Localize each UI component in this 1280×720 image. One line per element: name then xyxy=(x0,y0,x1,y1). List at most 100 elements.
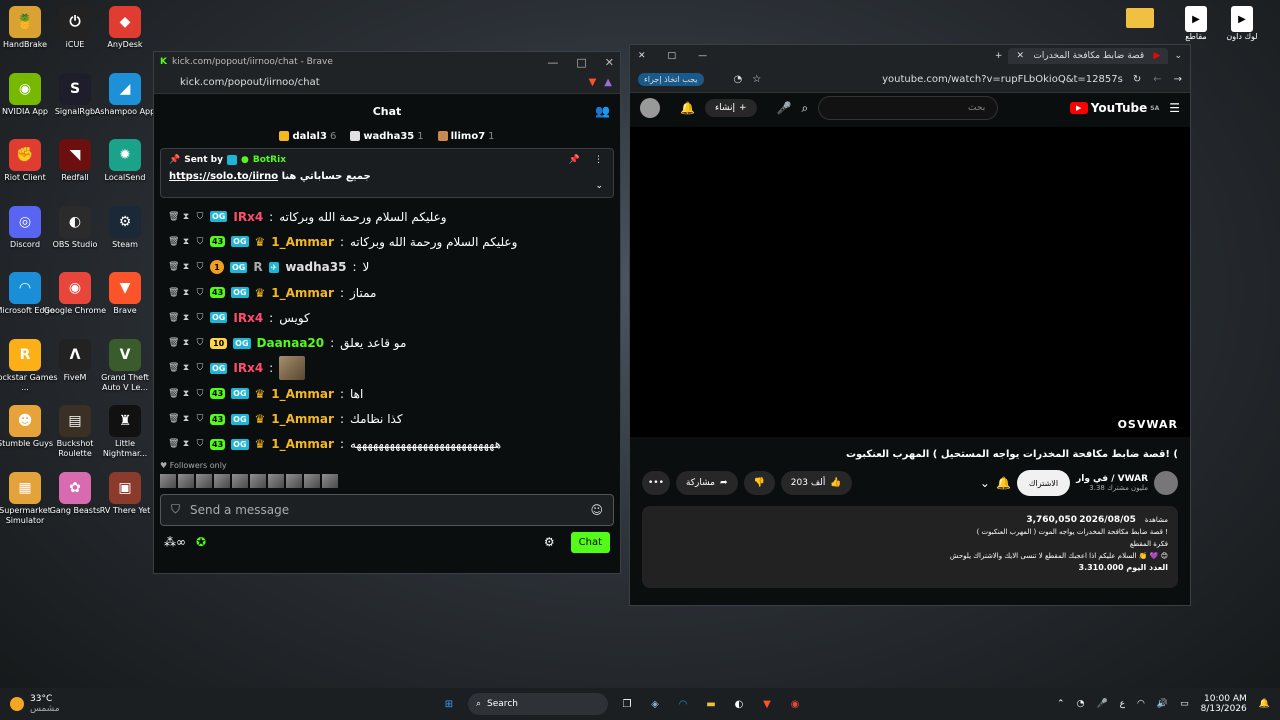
chat-message[interactable]: 🗑 ⧗ ⛉ 43 OG ♛ 1_Ammar: اها xyxy=(168,381,606,406)
weather-icon[interactable] xyxy=(10,697,24,711)
share-button[interactable]: مشاركة ➦ xyxy=(675,471,738,495)
chat-send-button[interactable]: Chat xyxy=(570,531,610,553)
emote[interactable] xyxy=(196,473,212,488)
tab-close-icon[interactable]: ✕ xyxy=(1016,51,1024,61)
delete-icon[interactable]: 🗑 xyxy=(168,439,179,449)
pinned-link[interactable]: https://solo.to/iirno xyxy=(169,171,278,182)
delete-icon[interactable]: 🗑 xyxy=(168,414,179,424)
chat-message[interactable]: 🗑 ⧗ ⛉ OG IRx4: xyxy=(168,356,606,381)
leader-1[interactable]: dalal3 6 xyxy=(279,130,336,142)
mic-icon[interactable]: 🎤 xyxy=(777,101,792,115)
shield-icon[interactable]: ⛉ xyxy=(196,414,204,424)
video-player[interactable]: OSVWAR xyxy=(630,127,1190,437)
chat-message[interactable]: 🗑 ⧗ ⛉ 43 OG ♛ 1_Ammar: وعليكم السلام ورحمة الله… xyxy=(168,229,606,254)
video-description[interactable]: 3,760,050 مشاهدة 2026/08/05 قصة ضابط مكا… xyxy=(642,506,1178,588)
timeout-icon[interactable]: ⧗ xyxy=(182,237,190,247)
forward-icon[interactable]: → xyxy=(1174,74,1182,85)
shield-icon[interactable]: ⛉ xyxy=(196,389,204,399)
emote[interactable] xyxy=(322,473,338,488)
tab-list-icon[interactable]: ⌄ xyxy=(1174,51,1182,61)
chevron-down-icon[interactable]: ⌄ xyxy=(980,476,990,490)
timeout-icon[interactable]: ⧗ xyxy=(182,389,190,399)
channel-name[interactable]: في وار / VWAR xyxy=(1076,474,1148,484)
desktop-video-file-1[interactable]: ▶ مقاطع xyxy=(1176,6,1216,41)
desktop-icon-anydesk[interactable]: ◆ AnyDesk xyxy=(92,6,158,50)
emoji-icon[interactable]: ☺ xyxy=(590,503,603,517)
desktop-icon-grand-theft-auto-v-le[interactable]: V Grand Theft Auto V Le... xyxy=(92,338,158,393)
desktop-file-folder[interactable] xyxy=(1124,8,1156,28)
start-icon[interactable]: ⊞ xyxy=(440,695,458,713)
delete-icon[interactable]: 🗑 xyxy=(168,338,179,348)
notifications-icon[interactable]: 🔔 xyxy=(680,101,695,115)
chat-username[interactable]: 1_Ammar xyxy=(271,412,334,426)
shield-icon[interactable]: ⛉ xyxy=(196,363,204,373)
chat-username[interactable]: 1_Ammar xyxy=(271,286,334,300)
desktop-icon-brave[interactable]: ▼ Brave xyxy=(92,272,158,316)
file-explorer-icon[interactable]: ▬ xyxy=(702,695,720,713)
kick-url-bar[interactable]: kick.com/popout/iirnoo/chat ▼ ▲ xyxy=(154,72,620,94)
emote[interactable] xyxy=(304,473,320,488)
delete-icon[interactable]: 🗑 xyxy=(168,363,179,373)
account-avatar[interactable] xyxy=(640,98,660,118)
delete-icon[interactable]: 🗑 xyxy=(168,237,179,247)
emote[interactable] xyxy=(178,473,194,488)
chat-message[interactable]: 🗑 ⧗ ⛉ 43 OG ♛ 1_Ammar: ممتاز xyxy=(168,280,606,305)
timeout-icon[interactable]: ⧗ xyxy=(182,313,190,323)
timeout-icon[interactable]: ⧗ xyxy=(182,338,190,348)
maximize-button[interactable]: □ xyxy=(576,56,586,69)
app-tray-icon[interactable]: ◔ xyxy=(1077,699,1085,709)
desktop-icon-ashampoo-app[interactable]: ◢ Ashampoo App xyxy=(92,72,158,117)
timeout-icon[interactable]: ⧗ xyxy=(182,212,190,222)
timeout-icon[interactable]: ⧗ xyxy=(182,439,190,449)
shield-icon[interactable]: ⛉ xyxy=(196,212,204,222)
search-icon[interactable]: ⌕ xyxy=(801,101,808,116)
new-tab-button[interactable]: + xyxy=(995,51,1003,61)
shield-icon[interactable]: ⛉ xyxy=(196,338,204,348)
settings-icon[interactable]: ⚙ xyxy=(544,535,555,549)
taskbar-search[interactable]: ⌕ Search xyxy=(468,693,608,715)
shield-icon[interactable]: ⛉ xyxy=(196,439,204,449)
weather-widget[interactable]: 33°C مشمس xyxy=(30,694,60,714)
minimize-button[interactable]: — xyxy=(547,56,558,69)
kick-k-icon[interactable]: ✪ xyxy=(196,535,206,549)
widgets-icon[interactable]: ◈ xyxy=(646,695,664,713)
task-view-icon[interactable]: ❐ xyxy=(618,695,636,713)
emote[interactable] xyxy=(250,473,266,488)
close-window-button[interactable]: ✕ xyxy=(638,51,646,61)
chat-username[interactable]: 1_Ammar xyxy=(271,437,334,451)
brave-icon[interactable]: ▼ xyxy=(758,695,776,713)
points-icon[interactable]: ⁂∞ xyxy=(164,535,186,549)
send-message-input[interactable]: Send a message xyxy=(190,503,289,517)
chevron-down-icon[interactable]: ⌄ xyxy=(595,181,603,191)
leader-3[interactable]: llimo7 1 xyxy=(437,130,495,142)
profile-icon[interactable]: ◔ xyxy=(734,74,743,85)
wifi-icon[interactable]: ◠ xyxy=(1137,699,1145,709)
chat-username[interactable]: IRx4 xyxy=(233,311,263,325)
language-indicator[interactable]: ع xyxy=(1120,699,1125,709)
battery-icon[interactable]: ▭ xyxy=(1180,699,1189,709)
users-icon[interactable]: 👥 xyxy=(595,104,610,118)
mic-icon[interactable]: 🎤 xyxy=(1096,699,1107,709)
youtube-url-bar[interactable]: يجب اتخاذ إجراء ◔ ☆ youtube.com/watch?v=… xyxy=(630,67,1190,93)
shield-icon[interactable]: ⛉ xyxy=(196,288,204,298)
youtube-logo[interactable]: ▶ YouTube SA xyxy=(1069,101,1159,115)
chat-message[interactable]: 🗑 ⧗ ⛉ 43 OG ♛ 1_Ammar: هههههههههههههههههههههههه… xyxy=(168,432,606,457)
chat-message[interactable]: 🗑 ⧗ ⛉ 43 OG ♛ 1_Ammar: كذا نظامك xyxy=(168,406,606,431)
chrome-icon[interactable]: ◉ xyxy=(786,695,804,713)
shield-icon[interactable]: ⛉ xyxy=(196,313,204,323)
dislike-button[interactable]: 👎 xyxy=(743,471,775,495)
chevron-up-icon[interactable]: ⌃ xyxy=(1057,699,1065,709)
pinned-bot-name[interactable]: BotRix xyxy=(253,155,286,165)
create-button[interactable]: إنشاء + xyxy=(704,99,757,117)
timeout-icon[interactable]: ⧗ xyxy=(182,262,190,272)
action-needed-button[interactable]: يجب اتخاذ إجراء xyxy=(638,73,704,86)
volume-icon[interactable]: 🔊 xyxy=(1157,699,1168,709)
back-icon[interactable]: ← xyxy=(1153,74,1161,85)
timeout-icon[interactable]: ⧗ xyxy=(182,414,190,424)
delete-icon[interactable]: 🗑 xyxy=(168,389,179,399)
shield-icon[interactable]: ⛉ xyxy=(196,237,204,247)
more-icon[interactable]: ⋮ xyxy=(594,155,603,165)
emote[interactable] xyxy=(232,473,248,488)
delete-icon[interactable]: 🗑 xyxy=(168,313,179,323)
reload-icon[interactable]: ↻ xyxy=(1133,74,1141,85)
